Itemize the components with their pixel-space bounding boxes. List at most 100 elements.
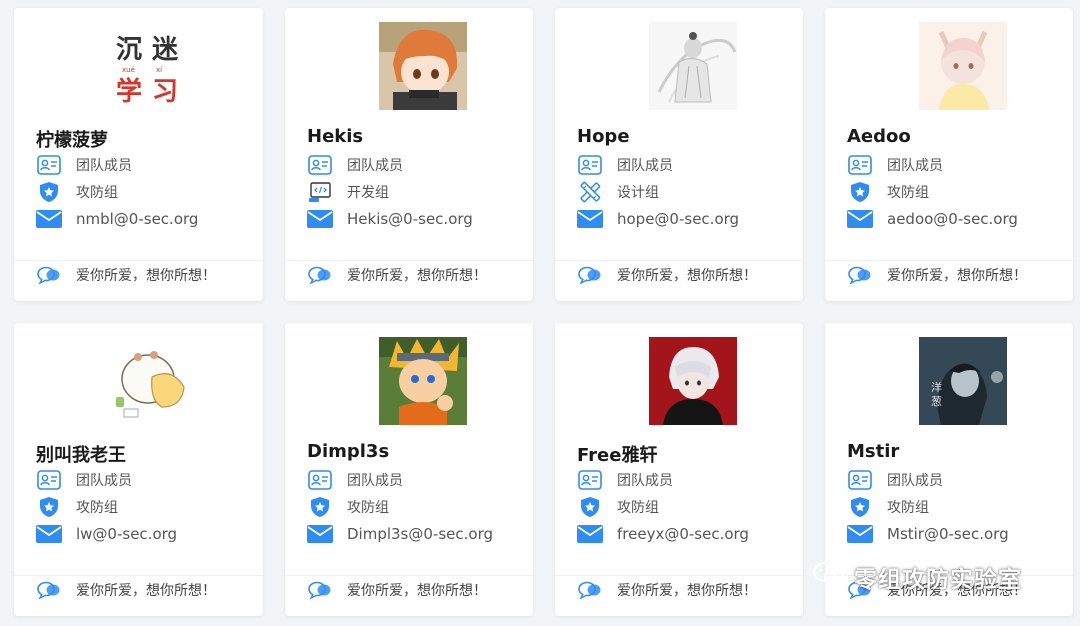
avatar-pinyin: xí — [156, 66, 163, 74]
motto-text: 爱你所爱，想你所想！ — [887, 268, 1027, 284]
email-row[interactable]: Mstir@0-sec.org — [847, 523, 1009, 545]
group-label: 攻防组 — [347, 500, 389, 516]
group-row: 攻防组 — [847, 496, 929, 518]
role-row: 团队成员 — [847, 469, 943, 491]
wechat-watermark: 零组攻防实验室 — [812, 560, 1022, 594]
role-label: 团队成员 — [76, 473, 132, 489]
avatar — [108, 337, 196, 425]
code-screen-icon — [307, 181, 333, 203]
member-name: Dimpl3s — [307, 441, 390, 462]
motto-text: 爱你所爱，想你所想！ — [617, 268, 757, 284]
motto-row: 爱你所爱，想你所想！ — [307, 579, 487, 601]
card-divider — [555, 260, 803, 261]
avatar-char: 迷 — [152, 35, 179, 65]
group-label: 攻防组 — [617, 500, 659, 516]
card-divider — [14, 260, 263, 261]
mail-icon — [307, 208, 333, 230]
motto-row: 爱你所爱，想你所想！ — [36, 579, 216, 601]
chat-bubbles-icon — [847, 264, 873, 286]
email-link[interactable]: freeyx@0-sec.org — [617, 525, 749, 543]
group-row: 设计组 — [577, 181, 659, 203]
motto-text: 爱你所爱，想你所想！ — [347, 268, 487, 284]
email-row[interactable]: Dimpl3s@0-sec.org — [307, 523, 493, 545]
motto-text: 爱你所爱，想你所想！ — [76, 268, 216, 284]
email-link[interactable]: nmbl@0-sec.org — [76, 210, 198, 228]
member-name: Aedoo — [847, 126, 911, 147]
email-link[interactable]: lw@0-sec.org — [76, 525, 177, 543]
email-link[interactable]: aedoo@0-sec.org — [887, 210, 1018, 228]
motto-row: 爱你所爱，想你所想！ — [307, 264, 487, 286]
id-card-icon — [577, 154, 603, 176]
email-link[interactable]: Dimpl3s@0-sec.org — [347, 525, 493, 543]
group-label: 攻防组 — [76, 500, 118, 516]
avatar-char: 沉 — [116, 35, 142, 65]
avatar — [649, 22, 737, 110]
avatar-char: 葱 — [931, 395, 942, 408]
member-name: 别叫我老王 — [36, 445, 126, 466]
role-row: 团队成员 — [36, 469, 132, 491]
group-label: 攻防组 — [887, 185, 929, 201]
group-label: 攻防组 — [887, 500, 929, 516]
member-card[interactable]: Dimpl3s 团队成员 攻防组 Dimpl3s@0-sec.org 爱你所爱，… — [285, 323, 533, 616]
team-member-grid: 沉 迷 xué xí 学 习 柠檬菠萝 团队成员 攻防组 nmbl@0-sec.… — [14, 8, 1076, 616]
motto-row: 爱你所爱，想你所想！ — [577, 264, 757, 286]
id-card-icon — [847, 469, 873, 491]
email-link[interactable]: hope@0-sec.org — [617, 210, 739, 228]
avatar — [379, 22, 467, 110]
mail-icon — [577, 523, 603, 545]
member-card[interactable]: 沉 迷 xué xí 学 习 柠檬菠萝 团队成员 攻防组 nmbl@0-sec.… — [14, 8, 263, 301]
group-row: 攻防组 — [847, 181, 929, 203]
email-row[interactable]: aedoo@0-sec.org — [847, 208, 1018, 230]
email-link[interactable]: Mstir@0-sec.org — [887, 525, 1009, 543]
member-card[interactable]: Hope 团队成员 设计组 hope@0-sec.org 爱你所爱，想你所想！ — [555, 8, 803, 301]
group-row: 攻防组 — [577, 496, 659, 518]
card-divider — [14, 575, 263, 576]
motto-row: 爱你所爱，想你所想！ — [577, 579, 757, 601]
motto-text: 爱你所爱，想你所想！ — [347, 583, 487, 599]
card-divider — [555, 575, 803, 576]
shield-icon — [36, 181, 62, 203]
shield-icon — [847, 181, 873, 203]
role-row: 团队成员 — [307, 469, 403, 491]
role-label: 团队成员 — [617, 473, 673, 489]
role-label: 团队成员 — [347, 473, 403, 489]
motto-text: 爱你所爱，想你所想！ — [76, 583, 216, 599]
member-card[interactable]: Free雅轩 团队成员 攻防组 freeyx@0-sec.org 爱你所爱，想你… — [555, 323, 803, 616]
member-card[interactable]: Aedoo 团队成员 攻防组 aedoo@0-sec.org 爱你所爱，想你所想… — [825, 8, 1073, 301]
email-row[interactable]: nmbl@0-sec.org — [36, 208, 198, 230]
shield-icon — [36, 496, 62, 518]
role-label: 团队成员 — [617, 158, 673, 174]
avatar: 沉 迷 xué xí 学 习 — [108, 22, 196, 110]
group-label: 设计组 — [617, 185, 659, 201]
mail-icon — [577, 208, 603, 230]
group-row: 开发组 — [307, 181, 389, 203]
role-row: 团队成员 — [847, 154, 943, 176]
role-row: 团队成员 — [577, 154, 673, 176]
member-card[interactable]: Hekis 团队成员 开发组 Hekis@0-sec.org 爱你所爱，想你所想… — [285, 8, 533, 301]
email-link[interactable]: Hekis@0-sec.org — [347, 210, 473, 228]
card-divider — [285, 575, 533, 576]
group-label: 攻防组 — [76, 185, 118, 201]
avatar — [919, 22, 1007, 110]
group-label: 开发组 — [347, 185, 389, 201]
email-row[interactable]: Hekis@0-sec.org — [307, 208, 473, 230]
shield-icon — [577, 496, 603, 518]
email-row[interactable]: freeyx@0-sec.org — [577, 523, 749, 545]
email-row[interactable]: lw@0-sec.org — [36, 523, 177, 545]
avatar: 洋 葱 — [919, 337, 1007, 425]
avatar — [379, 337, 467, 425]
role-label: 团队成员 — [76, 158, 132, 174]
wechat-icon — [812, 561, 846, 593]
card-divider — [825, 260, 1073, 261]
role-label: 团队成员 — [887, 473, 943, 489]
id-card-icon — [577, 469, 603, 491]
email-row[interactable]: hope@0-sec.org — [577, 208, 739, 230]
motto-text: 爱你所爱，想你所想！ — [617, 583, 757, 599]
avatar-char: 习 — [152, 77, 178, 107]
role-label: 团队成员 — [887, 158, 943, 174]
group-row: 攻防组 — [36, 496, 118, 518]
chat-bubbles-icon — [307, 579, 333, 601]
member-card[interactable]: 别叫我老王 团队成员 攻防组 lw@0-sec.org 爱你所爱，想你所想！ — [14, 323, 263, 616]
id-card-icon — [847, 154, 873, 176]
role-row: 团队成员 — [36, 154, 132, 176]
